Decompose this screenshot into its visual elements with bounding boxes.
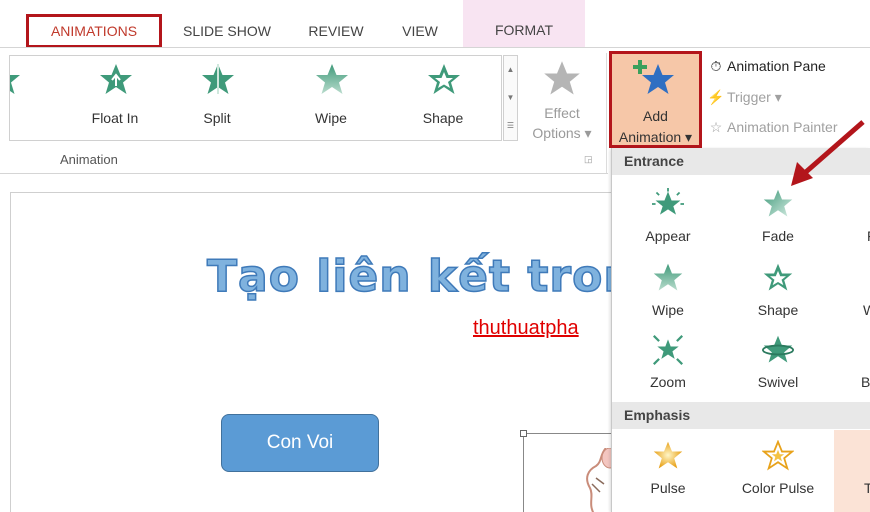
zoom-star-icon <box>652 334 684 366</box>
trigger-label: Trigger ▾ <box>727 89 782 105</box>
divider <box>0 173 608 174</box>
entrance-fade[interactable]: Fade <box>728 188 828 260</box>
tab-slide-show[interactable]: SLIDE SHOW <box>174 14 280 48</box>
gallery-item-wipe[interactable]: Wipe <box>286 56 376 140</box>
appear-star-icon <box>652 188 684 215</box>
color-pulse-star-icon <box>762 440 794 471</box>
entrance-partial-label: W <box>863 302 870 318</box>
entrance-item-label: Fade <box>762 228 794 244</box>
entrance-swivel[interactable]: Swivel <box>728 334 828 406</box>
gallery-item-fly-in[interactable]: In <box>10 56 48 140</box>
gallery-item-label: Wipe <box>315 110 347 126</box>
con-voi-button[interactable]: Con Voi <box>221 414 379 472</box>
gallery-scroll-up-icon[interactable]: ▲ <box>504 56 517 84</box>
red-arrow-annotation <box>791 120 865 186</box>
trigger-button[interactable]: ⚡ Trigger ▾ <box>705 89 782 111</box>
split-star-icon <box>202 64 234 94</box>
entrance-item-label: Swivel <box>757 374 799 390</box>
pulse-star-icon <box>653 441 683 469</box>
shape-star-icon <box>763 263 793 291</box>
lightning-icon: ⚡ <box>707 89 725 105</box>
emphasis-pulse[interactable]: Pulse <box>618 440 718 512</box>
gallery-item-label: Float In <box>91 110 139 126</box>
entrance-item-label: Zoom <box>650 374 686 390</box>
slide-title[interactable]: Tạo liên kết tron <box>206 250 636 303</box>
emphasis-item-label: Pulse <box>650 480 686 496</box>
entrance-item-label: Appear <box>645 228 691 244</box>
emphasis-header: Emphasis <box>612 402 870 429</box>
animation-group-label: Animation <box>60 152 118 167</box>
effect-options-label-2: Options ▾ <box>532 125 592 141</box>
fly-in-star-icon <box>10 75 20 94</box>
dialog-launcher-icon[interactable]: ◲ <box>584 154 593 165</box>
emphasis-color-pulse[interactable]: Color Pulse <box>728 440 828 512</box>
gallery-item-shape[interactable]: Shape <box>398 56 488 140</box>
wipe-star-icon <box>653 263 683 291</box>
gallery-more-icon[interactable]: ☰ <box>504 112 517 140</box>
elephant-picture[interactable] <box>520 430 623 512</box>
divider <box>606 53 607 173</box>
entrance-partial-label: B <box>861 374 870 390</box>
resize-handle[interactable] <box>520 430 527 437</box>
gallery-item-label: Split <box>203 110 231 126</box>
tab-animations[interactable]: ANIMATIONS <box>26 14 162 48</box>
float-in-star-icon <box>100 64 132 94</box>
gallery-item-float-in[interactable]: Float In <box>70 56 160 140</box>
entrance-item-label: Shape <box>757 302 799 318</box>
entrance-shape[interactable]: Shape <box>728 262 828 334</box>
animation-pane-button[interactable]: ⏱ Animation Pane <box>705 58 826 80</box>
effect-options-star-icon <box>544 61 580 95</box>
animation-pane-icon: ⏱ <box>710 58 722 74</box>
add-animation-dropdown: Entrance Appear Fade F Wipe Shape W Zoom… <box>611 148 870 512</box>
gallery-item-split[interactable]: Split <box>172 56 262 140</box>
emphasis-partial-label: T <box>864 480 870 496</box>
emphasis-item-label: Color Pulse <box>741 480 815 496</box>
ribbon-tabs: ANIMATIONS SLIDE SHOW REVIEW VIEW FORMAT <box>0 0 870 48</box>
animation-pane-label: Animation Pane <box>727 58 826 74</box>
add-animation-star-icon <box>633 60 674 94</box>
gallery-scrollbar[interactable]: ▲ ▼ ☰ <box>503 55 518 141</box>
add-animation-label-2: Animation ▾ <box>618 129 693 145</box>
tab-review[interactable]: REVIEW <box>296 14 376 48</box>
animation-gallery: In Float In Split Wipe Shape <box>9 55 502 141</box>
entrance-zoom[interactable]: Zoom <box>618 334 718 406</box>
gallery-item-label: Shape <box>422 110 464 126</box>
wipe-star-icon <box>316 64 348 94</box>
tab-format[interactable]: FORMAT <box>463 0 585 47</box>
entrance-appear[interactable]: Appear <box>618 188 718 260</box>
gallery-scroll-down-icon[interactable]: ▼ <box>504 84 517 112</box>
emphasis-teeter-item[interactable] <box>834 430 870 512</box>
tab-view[interactable]: VIEW <box>390 14 450 48</box>
painter-star-icon: ☆ <box>709 119 723 135</box>
effect-options-button[interactable]: Effect Options ▾ <box>524 57 600 147</box>
entrance-wipe[interactable]: Wipe <box>618 262 718 334</box>
add-animation-label: Add <box>643 108 668 124</box>
fade-star-icon <box>763 189 793 217</box>
swivel-star-icon <box>762 335 794 363</box>
entrance-item-label: Wipe <box>652 302 684 318</box>
gallery-item-label: In <box>10 110 48 126</box>
effect-options-label: Effect <box>544 105 580 121</box>
shape-star-icon <box>428 64 460 94</box>
slide-hyperlink[interactable]: thuthuatpha <box>473 317 579 340</box>
add-animation-button[interactable]: Add Animation ▾ <box>609 51 702 148</box>
